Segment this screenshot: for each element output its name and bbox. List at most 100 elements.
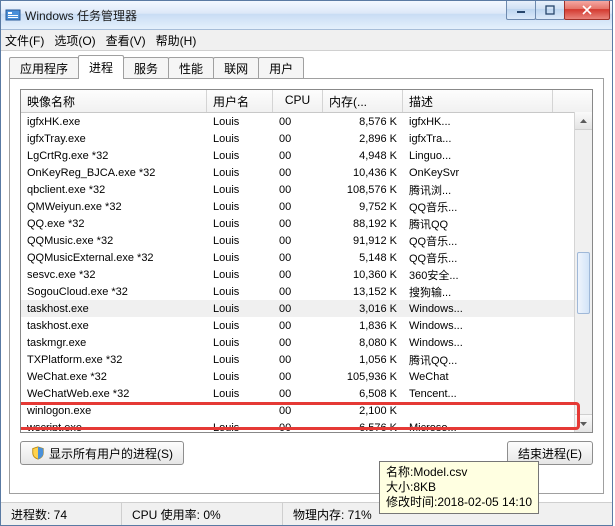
col-mem[interactable]: 内存(...	[323, 90, 403, 112]
cell-img: QMWeiyun.exe *32	[21, 201, 207, 213]
cell-img: qbclient.exe *32	[21, 184, 207, 196]
cell-user: Louis	[207, 371, 273, 383]
cell-desc: igfxTra...	[403, 133, 553, 145]
cell-user: Louis	[207, 286, 273, 298]
cell-desc: Windows...	[403, 320, 553, 332]
menu-options[interactable]: 选项(O)	[54, 32, 95, 49]
cell-user: Louis	[207, 422, 273, 432]
titlebar[interactable]: Windows 任务管理器	[1, 1, 612, 30]
cell-desc: 搜狗输...	[403, 284, 553, 300]
table-row[interactable]: winlogon.exe002,100 K	[21, 402, 592, 419]
cell-user: Louis	[207, 235, 273, 247]
cell-cpu: 00	[273, 405, 323, 417]
cell-desc: 腾讯浏...	[403, 182, 553, 198]
tab-services[interactable]: 服务	[123, 57, 169, 79]
scroll-thumb[interactable]	[577, 252, 590, 314]
cell-mem: 6,508 K	[323, 388, 403, 400]
table-row[interactable]: QQMusic.exe *32Louis0091,912 KQQ音乐...	[21, 232, 592, 249]
table-header: 映像名称 用户名 CPU 内存(... 描述	[21, 90, 592, 113]
cell-mem: 9,752 K	[323, 201, 403, 213]
cell-cpu: 00	[273, 167, 323, 179]
close-button[interactable]	[564, 1, 610, 20]
tooltip: 名称:Model.csv 大小:8KB 修改时间:2018-02-05 14:1…	[379, 461, 539, 514]
minimize-button[interactable]	[506, 1, 536, 20]
window-title: Windows 任务管理器	[25, 7, 137, 24]
show-all-users-label: 显示所有用户的进程(S)	[49, 445, 173, 462]
table-row[interactable]: WeChatWeb.exe *32Louis006,508 KTencent..…	[21, 385, 592, 402]
cell-desc: OnKeySvr	[403, 167, 553, 179]
col-user[interactable]: 用户名	[207, 90, 273, 112]
cell-desc: QQ音乐...	[403, 233, 553, 249]
menu-file[interactable]: 文件(F)	[5, 32, 44, 49]
table-row[interactable]: LgCrtRg.exe *32Louis004,948 KLinguo...	[21, 147, 592, 164]
table-row[interactable]: taskhost.exeLouis001,836 KWindows...	[21, 317, 592, 334]
scroll-up-button[interactable]	[575, 112, 592, 130]
cell-img: taskmgr.exe	[21, 337, 207, 349]
scroll-down-button[interactable]	[575, 414, 592, 432]
cell-user: Louis	[207, 150, 273, 162]
cell-mem: 108,576 K	[323, 184, 403, 196]
cell-desc: Microso...	[403, 422, 553, 432]
tab-networking[interactable]: 联网	[213, 57, 259, 79]
col-cpu[interactable]: CPU	[273, 90, 323, 112]
table-row[interactable]: wscript.exeLouis006,576 KMicroso...	[21, 419, 592, 431]
cell-mem: 3,016 K	[323, 303, 403, 315]
tab-applications[interactable]: 应用程序	[9, 57, 79, 79]
cell-img: wscript.exe	[21, 422, 207, 432]
menu-help[interactable]: 帮助(H)	[156, 32, 197, 49]
maximize-button[interactable]	[535, 1, 565, 20]
cell-mem: 88,192 K	[323, 218, 403, 230]
cell-cpu: 00	[273, 184, 323, 196]
tab-performance[interactable]: 性能	[168, 57, 214, 79]
tab-users[interactable]: 用户	[258, 57, 304, 79]
cell-desc: Linguo...	[403, 150, 553, 162]
table-row[interactable]: igfxHK.exeLouis008,576 KigfxHK...	[21, 113, 592, 130]
cell-mem: 13,152 K	[323, 286, 403, 298]
cell-cpu: 00	[273, 133, 323, 145]
cell-desc: 腾讯QQ...	[403, 352, 553, 368]
tab-processes[interactable]: 进程	[78, 55, 124, 79]
menu-view[interactable]: 查看(V)	[106, 32, 146, 49]
cell-img: sesvc.exe *32	[21, 269, 207, 281]
col-image[interactable]: 映像名称	[21, 90, 207, 112]
table-row[interactable]: QQ.exe *32Louis0088,192 K腾讯QQ	[21, 215, 592, 232]
table-row[interactable]: TXPlatform.exe *32Louis001,056 K腾讯QQ...	[21, 351, 592, 368]
table-row[interactable]: SogouCloud.exe *32Louis0013,152 K搜狗输...	[21, 283, 592, 300]
cell-mem: 10,360 K	[323, 269, 403, 281]
cell-desc: QQ音乐...	[403, 250, 553, 266]
table-row[interactable]: WeChat.exe *32Louis00105,936 KWeChat	[21, 368, 592, 385]
table-row[interactable]: QMWeiyun.exe *32Louis009,752 KQQ音乐...	[21, 198, 592, 215]
table-row[interactable]: taskhost.exeLouis003,016 KWindows...	[21, 300, 592, 317]
table-row[interactable]: qbclient.exe *32Louis00108,576 K腾讯浏...	[21, 181, 592, 198]
cell-desc: Tencent...	[403, 388, 553, 400]
cell-user: Louis	[207, 218, 273, 230]
shield-icon	[31, 446, 45, 460]
table-row[interactable]: taskmgr.exeLouis008,080 KWindows...	[21, 334, 592, 351]
cell-cpu: 00	[273, 235, 323, 247]
cell-user: Louis	[207, 388, 273, 400]
cell-mem: 91,912 K	[323, 235, 403, 247]
cell-desc: 腾讯QQ	[403, 216, 553, 232]
cell-cpu: 00	[273, 422, 323, 432]
cell-user: Louis	[207, 252, 273, 264]
table-row[interactable]: OnKeyReg_BJCA.exe *32Louis0010,436 KOnKe…	[21, 164, 592, 181]
task-manager-window: Windows 任务管理器 文件(F) 选项(O) 查看(V) 帮助(H) 应用…	[0, 0, 613, 526]
status-processes: 进程数: 74	[1, 503, 122, 525]
table-row[interactable]: QQMusicExternal.exe *32Louis005,148 KQQ音…	[21, 249, 592, 266]
cell-mem: 105,936 K	[323, 371, 403, 383]
table-row[interactable]: sesvc.exe *32Louis0010,360 K360安全...	[21, 266, 592, 283]
table-row[interactable]: igfxTray.exeLouis002,896 KigfxTra...	[21, 130, 592, 147]
col-desc[interactable]: 描述	[403, 90, 553, 112]
show-all-users-button[interactable]: 显示所有用户的进程(S)	[20, 441, 184, 465]
table-body: igfxHK.exeLouis008,576 KigfxHK...igfxTra…	[21, 113, 592, 431]
cell-cpu: 00	[273, 201, 323, 213]
vertical-scrollbar[interactable]	[574, 112, 592, 432]
cell-user: Louis	[207, 303, 273, 315]
cell-img: QQMusic.exe *32	[21, 235, 207, 247]
cell-img: igfxHK.exe	[21, 116, 207, 128]
cell-cpu: 00	[273, 337, 323, 349]
cell-img: LgCrtRg.exe *32	[21, 150, 207, 162]
cell-user: Louis	[207, 167, 273, 179]
cell-img: igfxTray.exe	[21, 133, 207, 145]
cell-img: TXPlatform.exe *32	[21, 354, 207, 366]
